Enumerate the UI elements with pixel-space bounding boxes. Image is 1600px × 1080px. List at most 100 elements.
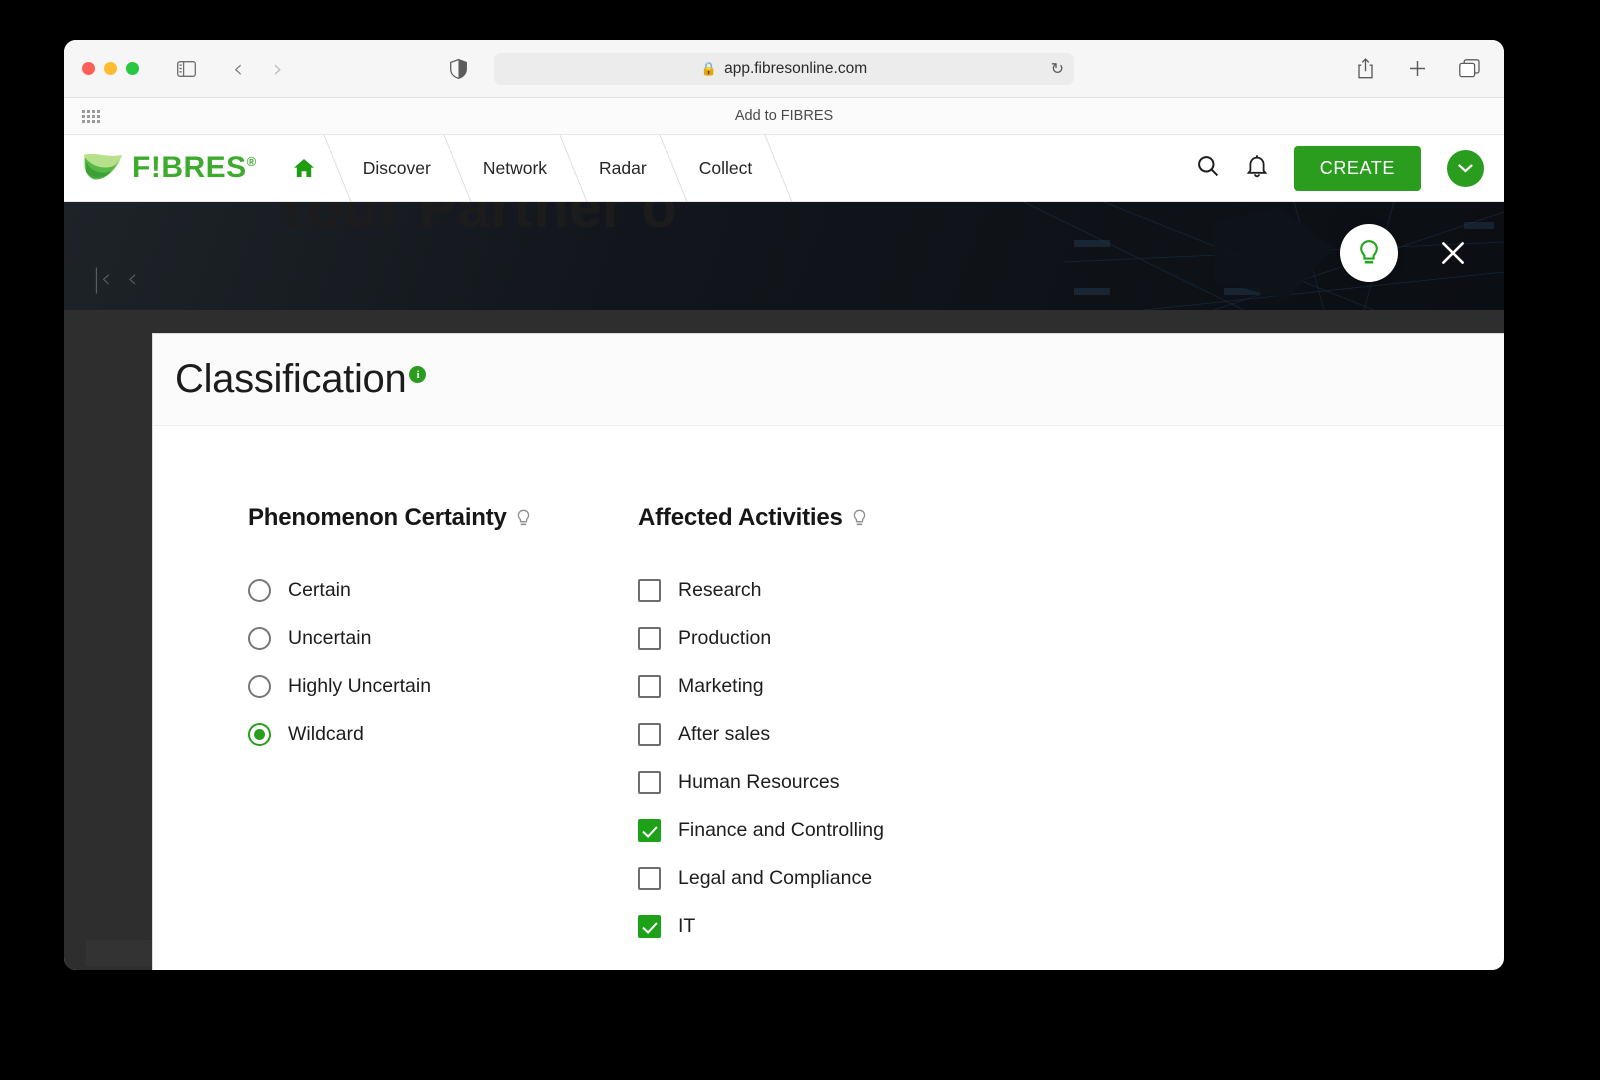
- close-icon: [1440, 240, 1466, 266]
- navigation-arrows: ‹ ›: [223, 54, 293, 84]
- checkbox[interactable]: [638, 579, 661, 602]
- hints-toggle-button[interactable]: [1340, 224, 1398, 282]
- maximize-window-button[interactable]: [126, 62, 139, 75]
- nav-label: Radar: [599, 158, 647, 179]
- apps-grid-icon[interactable]: [82, 110, 100, 123]
- close-window-button[interactable]: [82, 62, 95, 75]
- lock-icon: 🔒: [701, 61, 717, 77]
- privacy-shield-icon[interactable]: [443, 54, 473, 84]
- checkbox-option-marketing[interactable]: Marketing: [638, 662, 1238, 710]
- forward-button[interactable]: ›: [263, 54, 293, 84]
- leaf-icon: [82, 151, 124, 185]
- checkbox[interactable]: [638, 627, 661, 650]
- checkbox-option-after-sales[interactable]: After sales: [638, 710, 1238, 758]
- main-navigation: Discover Network Radar Collect: [271, 135, 778, 202]
- address-bar[interactable]: 🔒 app.fibresonline.com ↻: [494, 53, 1074, 85]
- option-label: Uncertain: [288, 627, 371, 650]
- minimize-window-button[interactable]: [104, 62, 117, 75]
- checkbox[interactable]: [638, 915, 661, 938]
- option-label: Research: [678, 579, 761, 602]
- fibres-logo-text: F!BRES®: [132, 151, 257, 185]
- option-label: Human Resources: [678, 771, 839, 794]
- field-title-text: Affected Activities: [638, 504, 843, 532]
- url-text: app.fibresonline.com: [724, 60, 867, 78]
- home-icon: [293, 158, 315, 178]
- search-icon[interactable]: [1196, 154, 1220, 183]
- nav-discover[interactable]: Discover: [337, 135, 457, 202]
- nav-label: Network: [483, 158, 547, 179]
- option-label: Marketing: [678, 675, 764, 698]
- nav-radar[interactable]: Radar: [573, 135, 673, 202]
- radio-option-uncertain[interactable]: Uncertain: [248, 614, 638, 662]
- affected-activities-label: Affected Activities: [638, 504, 1238, 532]
- checkbox-option-legal-and-compliance[interactable]: Legal and Compliance: [638, 854, 1238, 902]
- checkbox[interactable]: [638, 675, 661, 698]
- bookmarks-bar: Add to FIBRES: [64, 98, 1504, 135]
- create-button[interactable]: CREATE: [1294, 146, 1421, 191]
- fibres-logo[interactable]: F!BRES®: [82, 151, 257, 185]
- checkbox[interactable]: [638, 867, 661, 890]
- info-icon[interactable]: i: [409, 366, 426, 383]
- tab-overview-icon[interactable]: [1454, 54, 1484, 84]
- field-title-text: Phenomenon Certainty: [248, 504, 507, 532]
- lightbulb-icon: [1357, 239, 1381, 267]
- page-title: Classificationi: [175, 357, 426, 402]
- radio-option-wildcard[interactable]: Wildcard: [248, 710, 638, 758]
- radio-button[interactable]: [248, 627, 271, 650]
- checkbox-option-finance-and-controlling[interactable]: Finance and Controlling: [638, 806, 1238, 854]
- hero-image: Your Partner o: [64, 202, 1504, 310]
- sidebar-toggle-icon[interactable]: [171, 54, 201, 84]
- checkbox-option-production[interactable]: Production: [638, 614, 1238, 662]
- radio-button[interactable]: [248, 675, 271, 698]
- radio-button[interactable]: [248, 723, 271, 746]
- nav-home[interactable]: [271, 135, 337, 202]
- phenomenon-certainty-label: Phenomenon Certainty: [248, 504, 638, 532]
- first-page-icon[interactable]: |‹: [92, 264, 111, 294]
- browser-window: ‹ › 🔒 app.fibresonline.com ↻: [64, 40, 1504, 970]
- radio-option-certain[interactable]: Certain: [248, 566, 638, 614]
- checkbox[interactable]: [638, 819, 661, 842]
- user-menu-button[interactable]: [1447, 150, 1484, 187]
- radio-button[interactable]: [248, 579, 271, 602]
- option-label: After sales: [678, 723, 770, 746]
- bell-icon[interactable]: [1246, 154, 1268, 183]
- checkbox-option-human-resources[interactable]: Human Resources: [638, 758, 1238, 806]
- reload-icon[interactable]: ↻: [1051, 59, 1064, 79]
- header-actions: CREATE: [1196, 146, 1484, 191]
- checkbox-option-research[interactable]: Research: [638, 566, 1238, 614]
- previous-page-icon[interactable]: ‹: [127, 264, 137, 294]
- radio-option-highly-uncertain[interactable]: Highly Uncertain: [248, 662, 638, 710]
- nav-label: Collect: [699, 158, 753, 179]
- modal-header: Classificationi: [153, 334, 1504, 426]
- new-tab-icon[interactable]: [1402, 54, 1432, 84]
- option-label: Certain: [288, 579, 351, 602]
- classification-modal: Classificationi Phenomenon Certainty: [152, 333, 1504, 970]
- nav-label: Discover: [363, 158, 431, 179]
- option-label: IT: [678, 915, 695, 938]
- option-label: Production: [678, 627, 771, 650]
- checkbox-option-it[interactable]: IT: [638, 902, 1238, 950]
- app-header: F!BRES® Discover Network Radar Collect: [64, 135, 1504, 202]
- browser-toolbar: ‹ › 🔒 app.fibresonline.com ↻: [64, 40, 1504, 98]
- phenomenon-certainty-group: Phenomenon Certainty Certain Uncertain: [248, 504, 638, 970]
- bookmark-add-to-fibres[interactable]: Add to FIBRES: [735, 108, 833, 124]
- share-icon[interactable]: [1350, 54, 1380, 84]
- option-label: Legal and Compliance: [678, 867, 872, 890]
- option-label: Finance and Controlling: [678, 819, 884, 842]
- close-panel-button[interactable]: [1432, 232, 1474, 274]
- nav-network[interactable]: Network: [457, 135, 573, 202]
- option-label: Wildcard: [288, 723, 364, 746]
- affected-activities-group: Affected Activities Research Production: [638, 504, 1238, 970]
- window-controls: [82, 62, 139, 75]
- nav-collect[interactable]: Collect: [673, 135, 779, 202]
- lightbulb-hint-icon[interactable]: [516, 509, 531, 528]
- record-pager: |‹ ‹: [92, 264, 138, 294]
- toolbar-right-actions: [1350, 54, 1484, 84]
- checkbox[interactable]: [638, 771, 661, 794]
- checkbox[interactable]: [638, 723, 661, 746]
- modal-body: Phenomenon Certainty Certain Uncertain: [153, 426, 1504, 970]
- back-button[interactable]: ‹: [223, 54, 253, 84]
- lightbulb-hint-icon[interactable]: [852, 509, 867, 528]
- chevron-down-icon: [1458, 163, 1473, 173]
- option-label: Highly Uncertain: [288, 675, 431, 698]
